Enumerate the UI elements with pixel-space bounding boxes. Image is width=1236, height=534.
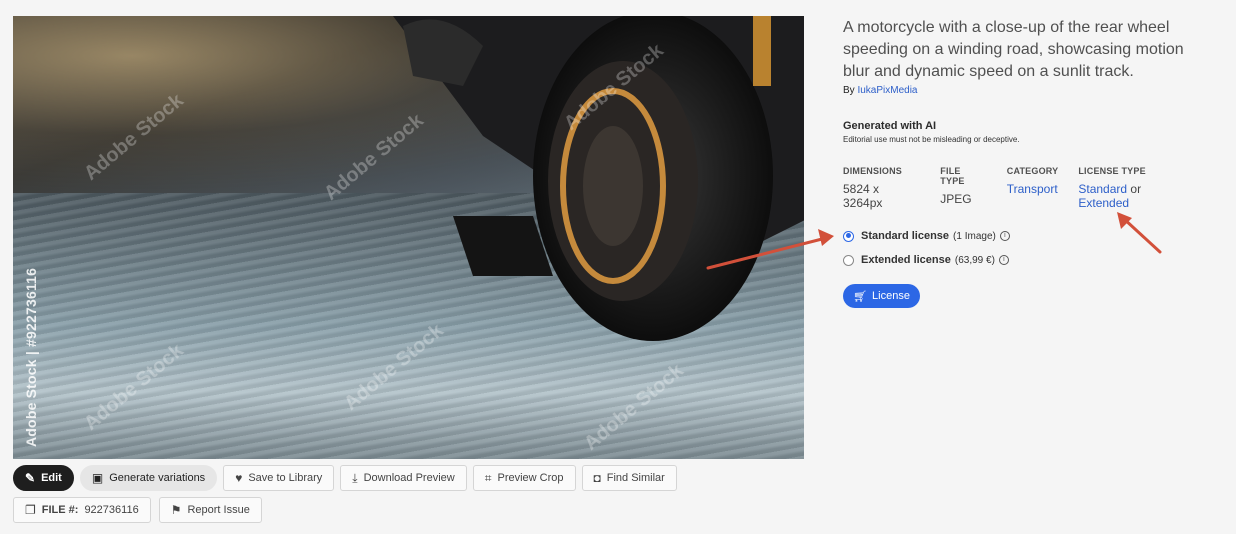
similar-label: Find Similar <box>606 472 665 484</box>
dimensions-field: DIMENSIONS 5824 x 3264px <box>843 166 920 210</box>
license-button[interactable]: 🛒︎ License <box>843 284 920 308</box>
generated-with-ai-label: Generated with AI <box>843 120 937 132</box>
byline: By IukaPixMedia <box>843 85 1213 96</box>
extended-license-label: Extended license <box>861 254 951 266</box>
save-to-library-button[interactable]: ♥ Save to Library <box>223 465 335 491</box>
extended-license-radio[interactable] <box>843 254 854 266</box>
file-number-value: 922736116 <box>84 504 139 516</box>
category-label: CATEGORY <box>1006 166 1059 176</box>
download-label: Download Preview <box>363 472 455 484</box>
copy-icon: ❐ <box>25 503 36 517</box>
by-label: By <box>843 85 855 96</box>
author-link[interactable]: IukaPixMedia <box>857 85 917 96</box>
standard-license-note: (1 Image) <box>953 230 996 242</box>
edit-label: Edit <box>41 472 62 484</box>
asset-meta: DIMENSIONS 5824 x 3264px FILE TYPE JPEG … <box>843 166 1213 210</box>
cart-icon: 🛒︎ <box>853 290 868 303</box>
download-preview-button[interactable]: ⤓ Download Preview <box>340 465 467 491</box>
asset-info-panel: A motorcycle with a close-up of the rear… <box>843 17 1213 308</box>
find-similar-button[interactable]: ◘ Find Similar <box>581 465 677 491</box>
extended-license-link[interactable]: Extended <box>1078 196 1129 210</box>
download-icon: ⤓ <box>352 471 358 485</box>
info-icon[interactable]: i <box>999 231 1010 241</box>
filetype-value: JPEG <box>940 192 972 206</box>
filetype-label: FILE TYPE <box>940 166 965 186</box>
save-label: Save to Library <box>248 472 323 484</box>
image-toolbar-secondary: ❐ FILE #: 922736116 ⚑ Report Issue <box>13 497 262 523</box>
report-label: Report Issue <box>187 504 250 516</box>
license-type-label: LICENSE TYPE <box>1078 166 1146 176</box>
license-button-label: License <box>872 290 910 302</box>
standard-license-label: Standard license <box>861 230 950 242</box>
asset-title: A motorcycle with a close-up of the rear… <box>843 19 1184 80</box>
crop-label: Preview Crop <box>497 472 564 484</box>
standard-license-radio[interactable] <box>843 230 854 242</box>
stock-image-preview[interactable]: Adobe Stock Adobe Stock Adobe Stock Adob… <box>13 16 804 459</box>
heart-icon: ♥ <box>235 471 243 485</box>
category-link[interactable]: Transport <box>1007 182 1058 196</box>
dimensions-value: 5824 x 3264px <box>843 182 883 210</box>
preview-crop-button[interactable]: ⌗ Preview Crop <box>472 465 576 491</box>
filetype-field: FILE TYPE JPEG <box>940 166 986 210</box>
standard-license-option[interactable]: Standard license (1 Image) i <box>843 230 1213 242</box>
extended-license-option[interactable]: Extended license (63,99 €) i <box>843 254 1213 266</box>
image-toolbar: ✎ Edit ▣ Generate variations ♥ Save to L… <box>13 465 677 491</box>
image-id-label: Adobe Stock | #922736116 <box>23 267 39 447</box>
sparkle-image-icon: ▣ <box>91 471 104 485</box>
license-or-text: or <box>1130 182 1142 196</box>
license-type-field: LICENSE TYPE Standard or Extended <box>1078 166 1193 210</box>
copy-file-number-button[interactable]: ❐ FILE #: 922736116 <box>13 497 151 523</box>
flag-icon: ⚑ <box>170 503 182 517</box>
dimensions-label: DIMENSIONS <box>843 166 903 176</box>
extended-license-note: (63,99 €) <box>954 254 995 266</box>
pencil-icon: ✎ <box>25 471 36 485</box>
info-icon[interactable]: i <box>998 255 1009 265</box>
crop-icon: ⌗ <box>484 471 492 485</box>
report-issue-button[interactable]: ⚑ Report Issue <box>158 497 262 523</box>
edit-button[interactable]: ✎ Edit <box>13 465 74 491</box>
editorial-note: Editorial use must not be misleading or … <box>843 135 1020 144</box>
standard-license-link[interactable]: Standard <box>1078 182 1127 196</box>
category-field: CATEGORY Transport <box>1007 166 1059 210</box>
file-number-label: FILE #: <box>41 504 79 516</box>
generate-label: Generate variations <box>109 472 206 484</box>
generate-variations-button[interactable]: ▣ Generate variations <box>79 465 218 491</box>
camera-icon: ◘ <box>593 471 601 485</box>
